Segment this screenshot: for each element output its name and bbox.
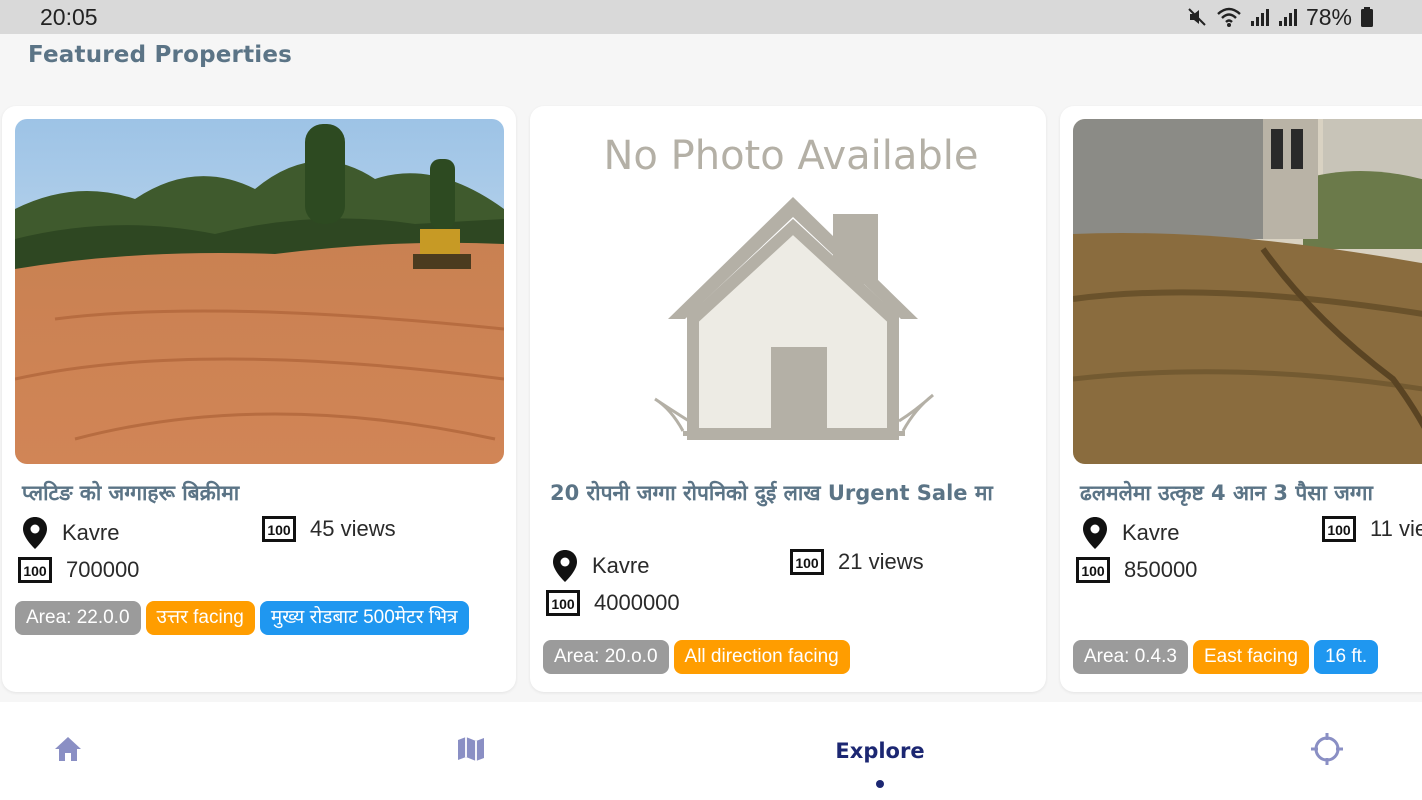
tag-list: Area: 22.0.0 उत्तर facing मुख्य रोडबाट 5…	[15, 601, 495, 635]
tag-list: Area: 20.o.0 All direction facing	[543, 640, 1023, 674]
status-icons: 78%	[1186, 4, 1374, 31]
status-time: 20:05	[40, 3, 98, 30]
signal-icon	[1278, 6, 1298, 28]
road-badge: मुख्य रोडबाट 500मेटर भित्र	[259, 601, 469, 635]
facing-badge: East facing	[1192, 640, 1309, 674]
wifi-icon	[1216, 6, 1242, 28]
content-area[interactable]: Featured Properties प्लटिङ को जग्गाहरू ब…	[0, 34, 1422, 702]
views-row: 100 21 views	[790, 549, 924, 575]
area-badge: Area: 22.0.0	[15, 601, 141, 635]
property-photo[interactable]	[1073, 119, 1422, 464]
property-title[interactable]: 20 रोपनी जग्गा रोपनिको दुई लाख Urgent Sa…	[550, 478, 1020, 509]
explore-label[interactable]: Explore	[835, 739, 924, 763]
price-row: 100 4000000	[546, 590, 680, 616]
property-card[interactable]: प्लटिङ को जग्गाहरू बिक्रीमा Kavre 100 45…	[2, 106, 516, 692]
facing-badge: All direction facing	[673, 640, 850, 674]
property-card[interactable]: ढलमलेमा उत्कृष्ट 4 आन 3 पैसा जग्गा Kavre…	[1060, 106, 1422, 692]
views-text: 11 views	[1370, 516, 1422, 541]
mute-icon	[1186, 6, 1208, 28]
road-width-badge: 16 ft.	[1313, 640, 1379, 674]
views-icon: 100	[790, 549, 824, 575]
tag-list: Area: 0.4.3 East facing 16 ft.	[1073, 640, 1422, 674]
battery-icon	[1360, 6, 1374, 28]
price-row: 100 850000	[1076, 557, 1197, 583]
no-photo-text: No Photo Available	[604, 133, 979, 179]
section-title: Featured Properties	[28, 42, 293, 68]
price-row: 100 700000	[18, 557, 139, 583]
location-pin-icon	[552, 549, 578, 583]
location-row: Kavre	[1082, 516, 1179, 550]
price-icon: 100	[546, 590, 580, 616]
location-pin-icon	[22, 516, 48, 550]
location-row: Kavre	[22, 516, 119, 550]
property-title[interactable]: ढलमलेमा उत्कृष्ट 4 आन 3 पैसा जग्गा	[1080, 478, 1422, 509]
location-text: Kavre	[1122, 520, 1180, 545]
svg-text:100: 100	[1081, 563, 1105, 579]
views-icon: 100	[262, 516, 296, 542]
area-badge: Area: 0.4.3	[1073, 640, 1188, 674]
svg-text:100: 100	[1327, 522, 1351, 538]
crosshair-icon[interactable]	[1310, 732, 1344, 771]
property-photo[interactable]	[15, 119, 504, 464]
area-badge: Area: 20.o.0	[543, 640, 669, 674]
views-text: 45 views	[310, 516, 396, 541]
price-text: 850000	[1124, 557, 1198, 582]
location-text: Kavre	[62, 520, 120, 545]
views-icon: 100	[1322, 516, 1356, 542]
map-icon[interactable]	[456, 734, 486, 769]
price-text: 700000	[66, 557, 140, 582]
svg-text:100: 100	[23, 563, 47, 579]
no-photo-placeholder[interactable]: No Photo Available	[543, 119, 1032, 464]
property-title[interactable]: प्लटिङ को जग्गाहरू बिक्रीमा	[22, 478, 492, 509]
nav-locate[interactable]	[1287, 702, 1367, 800]
svg-text:100: 100	[267, 522, 291, 538]
svg-text:100: 100	[795, 555, 819, 571]
views-row: 100 11 views	[1322, 516, 1422, 542]
price-text: 4000000	[594, 590, 680, 615]
battery-percent: 78%	[1305, 3, 1352, 30]
facing-badge: उत्तर facing	[145, 601, 255, 635]
views-row: 100 45 views	[262, 516, 396, 542]
status-bar: 20:05 78%	[0, 0, 1422, 34]
location-pin-icon	[1082, 516, 1108, 550]
home-icon[interactable]	[53, 735, 83, 768]
nav-map[interactable]	[431, 702, 511, 800]
active-indicator	[876, 780, 884, 788]
location-text: Kavre	[592, 553, 650, 578]
views-text: 21 views	[838, 549, 924, 574]
featured-carousel[interactable]: प्लटिङ को जग्गाहरू बिक्रीमा Kavre 100 45…	[0, 106, 1422, 692]
nav-home[interactable]	[28, 702, 108, 800]
location-row: Kavre	[552, 549, 649, 583]
price-icon: 100	[18, 557, 52, 583]
price-icon: 100	[1076, 557, 1110, 583]
bottom-nav: Explore	[0, 702, 1422, 800]
property-card[interactable]: No Photo Available 20 रोपनी जग्गा रोपनिक…	[530, 106, 1046, 692]
svg-text:100: 100	[551, 596, 575, 612]
nav-explore[interactable]: Explore	[820, 702, 940, 800]
signal-icon	[1250, 6, 1270, 28]
